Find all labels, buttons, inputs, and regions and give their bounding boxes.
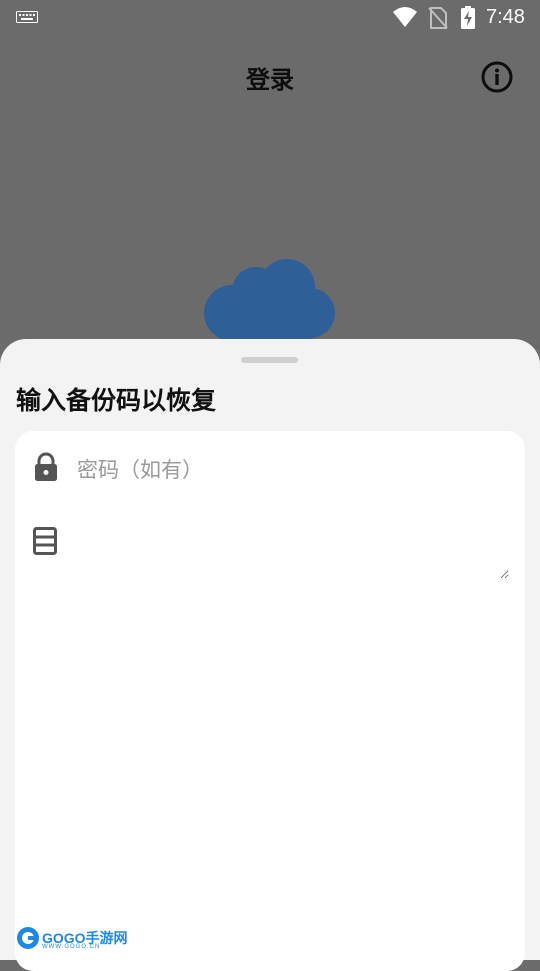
keyboard-icon [16,11,38,23]
info-button[interactable] [480,60,514,94]
password-row [15,431,525,507]
app-bar: 登录 [0,40,540,116]
lock-icon [35,452,57,481]
restore-form-card [15,431,525,971]
sheet-heading: 输入备份码以恢复 [16,386,217,415]
info-icon [481,61,513,93]
clock: 7:48 [486,6,525,28]
password-input[interactable] [75,447,499,493]
drag-handle[interactable] [241,357,298,363]
cloud-logo-icon [204,259,335,345]
watermark-url: WWW.GOGO.CN [42,944,101,950]
battery-charging-icon [461,6,475,29]
page-title: 登录 [246,66,294,94]
gogo-logo-icon [17,927,39,949]
restore-bottom-sheet: 输入备份码以恢复 [0,339,540,971]
wifi-icon [393,7,417,27]
status-bar: 7:48 [0,0,540,36]
backup-code-input[interactable] [75,515,509,579]
database-icon [33,527,57,555]
backup-code-row [15,515,525,585]
no-sim-icon [428,7,448,29]
